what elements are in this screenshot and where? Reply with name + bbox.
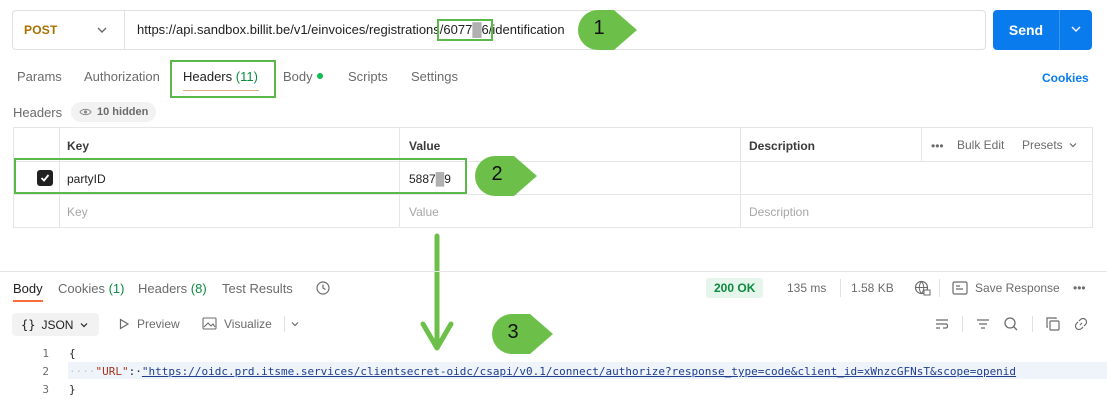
- table-border-top: [13, 127, 1093, 128]
- chevron-down-icon: [1069, 143, 1077, 148]
- column-header-key: Key: [67, 139, 90, 153]
- braces-icon: {}: [21, 317, 36, 332]
- image-icon: [202, 317, 217, 330]
- tab-settings[interactable]: Settings: [411, 69, 458, 84]
- toolbar-divider: [1032, 316, 1033, 332]
- url-bar: POST https://api.sandbox.billit.be/v1/ei…: [12, 10, 986, 50]
- annotation-box-url-id: [437, 19, 493, 41]
- body-indicator-dot: [317, 73, 323, 79]
- save-response-button[interactable]: Save Response: [975, 281, 1060, 295]
- save-response-icon: [952, 281, 968, 295]
- wrap-lines-icon[interactable]: [934, 316, 950, 332]
- presets-dropdown[interactable]: Presets: [1022, 138, 1078, 152]
- headers-section-title: Headers: [13, 105, 63, 120]
- tab-body[interactable]: Body: [283, 69, 313, 84]
- response-tab-headers-label: Headers: [138, 281, 188, 296]
- hidden-headers-toggle[interactable]: 10 hidden: [71, 102, 157, 122]
- search-icon[interactable]: [1003, 316, 1019, 332]
- filter-icon[interactable]: [975, 316, 991, 332]
- response-tab-cookies-label: Cookies: [58, 281, 105, 296]
- format-select[interactable]: {} JSON: [12, 313, 99, 336]
- tab-authorization[interactable]: Authorization: [84, 69, 160, 84]
- chevron-down-icon: [97, 27, 107, 33]
- annotation-number-1: 1: [593, 17, 605, 39]
- copy-icon[interactable]: [1045, 316, 1061, 332]
- code-indent: ····: [69, 365, 96, 378]
- response-time[interactable]: 135 ms: [787, 281, 826, 295]
- preview-button[interactable]: Preview: [137, 317, 180, 331]
- response-tab-test-results[interactable]: Test Results: [222, 281, 293, 296]
- column-header-description: Description: [749, 139, 816, 153]
- send-divider: [1059, 10, 1060, 50]
- down-arrow-annotation: [420, 233, 454, 351]
- table-col-divider: [921, 127, 922, 161]
- table-border-right: [1092, 127, 1093, 228]
- line-number: 2: [42, 365, 49, 378]
- new-value-input[interactable]: Value: [409, 205, 439, 219]
- response-tab-headers-count: (8): [190, 281, 207, 296]
- play-icon: [119, 318, 130, 330]
- presets-label: Presets: [1022, 138, 1063, 152]
- json-url-value[interactable]: "https://oidc.prd.itsme.services/clients…: [142, 365, 1016, 378]
- table-border-bottom: [13, 227, 1093, 228]
- json-key: "URL": [95, 365, 129, 378]
- tab-params[interactable]: Params: [17, 69, 62, 84]
- toolbar-divider: [962, 316, 963, 332]
- response-tab-cookies[interactable]: Cookies (1): [58, 281, 124, 296]
- column-header-value: Value: [409, 139, 441, 153]
- response-tab-cookies-count: (1): [108, 281, 125, 296]
- globe-lock-icon[interactable]: [914, 280, 931, 297]
- response-tab-body[interactable]: Body: [13, 281, 43, 296]
- line-number: 1: [42, 347, 49, 360]
- response-tab-underline: [13, 300, 43, 302]
- response-size[interactable]: 1.58 KB: [851, 281, 894, 295]
- eye-icon: [79, 108, 92, 116]
- status-badge[interactable]: 200 OK: [706, 278, 764, 298]
- new-description-input[interactable]: Description: [749, 205, 809, 219]
- format-label: JSON: [41, 317, 74, 332]
- annotation-box-header-row: [14, 158, 467, 194]
- meta-divider: [939, 279, 940, 297]
- table-col-divider: [740, 127, 741, 228]
- line-number: 3: [42, 383, 49, 396]
- bulk-edit-button[interactable]: Bulk Edit: [957, 138, 1004, 152]
- chevron-down-icon[interactable]: [1070, 23, 1082, 35]
- send-label: Send: [1008, 22, 1044, 38]
- code-open-brace: {: [69, 347, 76, 360]
- meta-divider: [840, 279, 841, 297]
- more-options-icon[interactable]: •••: [1073, 281, 1086, 295]
- visualize-button[interactable]: Visualize: [224, 317, 272, 331]
- method-label: POST: [24, 23, 58, 37]
- tab-scripts[interactable]: Scripts: [348, 69, 388, 84]
- chevron-down-icon: [81, 322, 88, 327]
- table-border: [13, 194, 1093, 195]
- url-suffix: /identification: [488, 22, 565, 37]
- response-tab-headers[interactable]: Headers (8): [138, 281, 207, 296]
- send-button[interactable]: Send: [993, 10, 1092, 50]
- code-close-brace: }: [69, 383, 76, 396]
- cookies-link[interactable]: Cookies: [1042, 71, 1089, 85]
- url-input[interactable]: https://api.sandbox.billit.be/v1/einvoic…: [137, 22, 565, 37]
- hidden-headers-label: 10 hidden: [97, 106, 149, 118]
- url-prefix: https://api.sandbox.billit.be/v1/einvoic…: [137, 22, 473, 37]
- json-colon: :·: [128, 365, 142, 378]
- annotation-number-2: 2: [491, 163, 503, 185]
- annotation-number-3: 3: [507, 321, 519, 343]
- link-icon[interactable]: [1073, 316, 1089, 332]
- history-icon[interactable]: [315, 280, 331, 296]
- response-divider: [0, 271, 1107, 272]
- more-options-icon[interactable]: •••: [931, 139, 944, 153]
- toolbar-divider: [284, 316, 285, 332]
- chevron-down-icon[interactable]: [290, 319, 300, 329]
- code-line-url[interactable]: ····"URL":·"https://oidc.prd.itsme.servi…: [69, 365, 1016, 378]
- annotation-box-headers-tab: [170, 60, 276, 98]
- method-select[interactable]: POST: [13, 11, 125, 49]
- new-key-input[interactable]: Key: [67, 205, 88, 219]
